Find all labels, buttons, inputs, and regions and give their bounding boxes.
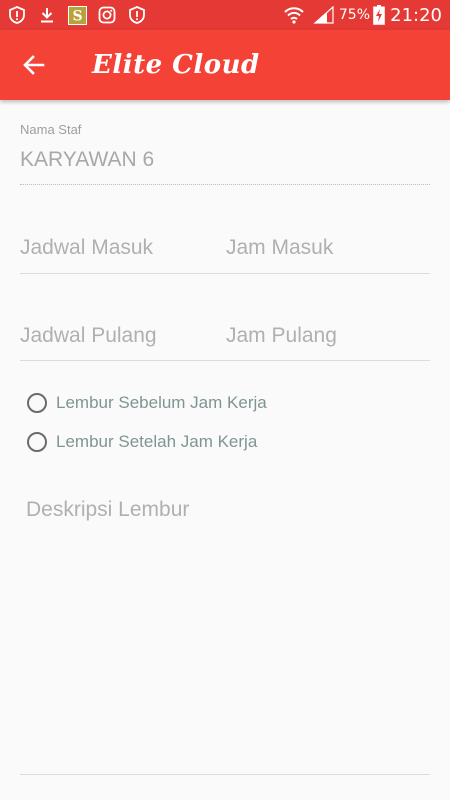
wifi-icon (283, 5, 305, 25)
battery-percent: 75% (338, 7, 370, 23)
app-bar: Elite Cloud (0, 30, 450, 100)
radio-button-icon[interactable] (27, 432, 47, 452)
battery-charging-icon (372, 5, 386, 25)
description-underline (20, 774, 430, 775)
radio-lembur-setelah[interactable]: Lembur Setelah Jam Kerja (27, 432, 257, 452)
jam-masuk-input[interactable]: Jam Masuk (226, 236, 333, 260)
signal-icon (313, 5, 335, 25)
staff-label: Nama Staf (20, 122, 82, 137)
download-icon (38, 5, 56, 25)
radio-label: Lembur Sebelum Jam Kerja (56, 393, 267, 412)
jadwal-pulang-input[interactable]: Jadwal Pulang (20, 324, 157, 348)
status-bar: S 75% 21:20 (0, 0, 450, 30)
masuk-underline (20, 273, 430, 274)
staff-name-field[interactable]: KARYAWAN 6 (20, 148, 154, 172)
pulang-underline (20, 360, 430, 361)
description-textarea[interactable] (20, 490, 430, 775)
description-placeholder: Deskripsi Lembur (26, 498, 190, 521)
instagram-icon (97, 5, 117, 25)
alert-shield-icon (128, 5, 146, 25)
back-button[interactable] (18, 50, 52, 80)
clock: 21:20 (390, 5, 442, 26)
alert-shield-icon (8, 5, 26, 25)
svg-text:S: S (72, 8, 82, 24)
jam-pulang-input[interactable]: Jam Pulang (226, 324, 337, 348)
s-app-icon: S (67, 5, 87, 25)
jadwal-masuk-input[interactable]: Jadwal Masuk (20, 236, 153, 260)
arrow-left-icon (23, 55, 45, 75)
radio-label: Lembur Setelah Jam Kerja (56, 432, 258, 451)
radio-lembur-sebelum[interactable]: Lembur Sebelum Jam Kerja (27, 393, 267, 413)
app-title: Elite Cloud (92, 50, 260, 80)
staff-field-underline (20, 184, 430, 185)
radio-button-icon[interactable] (27, 393, 47, 413)
